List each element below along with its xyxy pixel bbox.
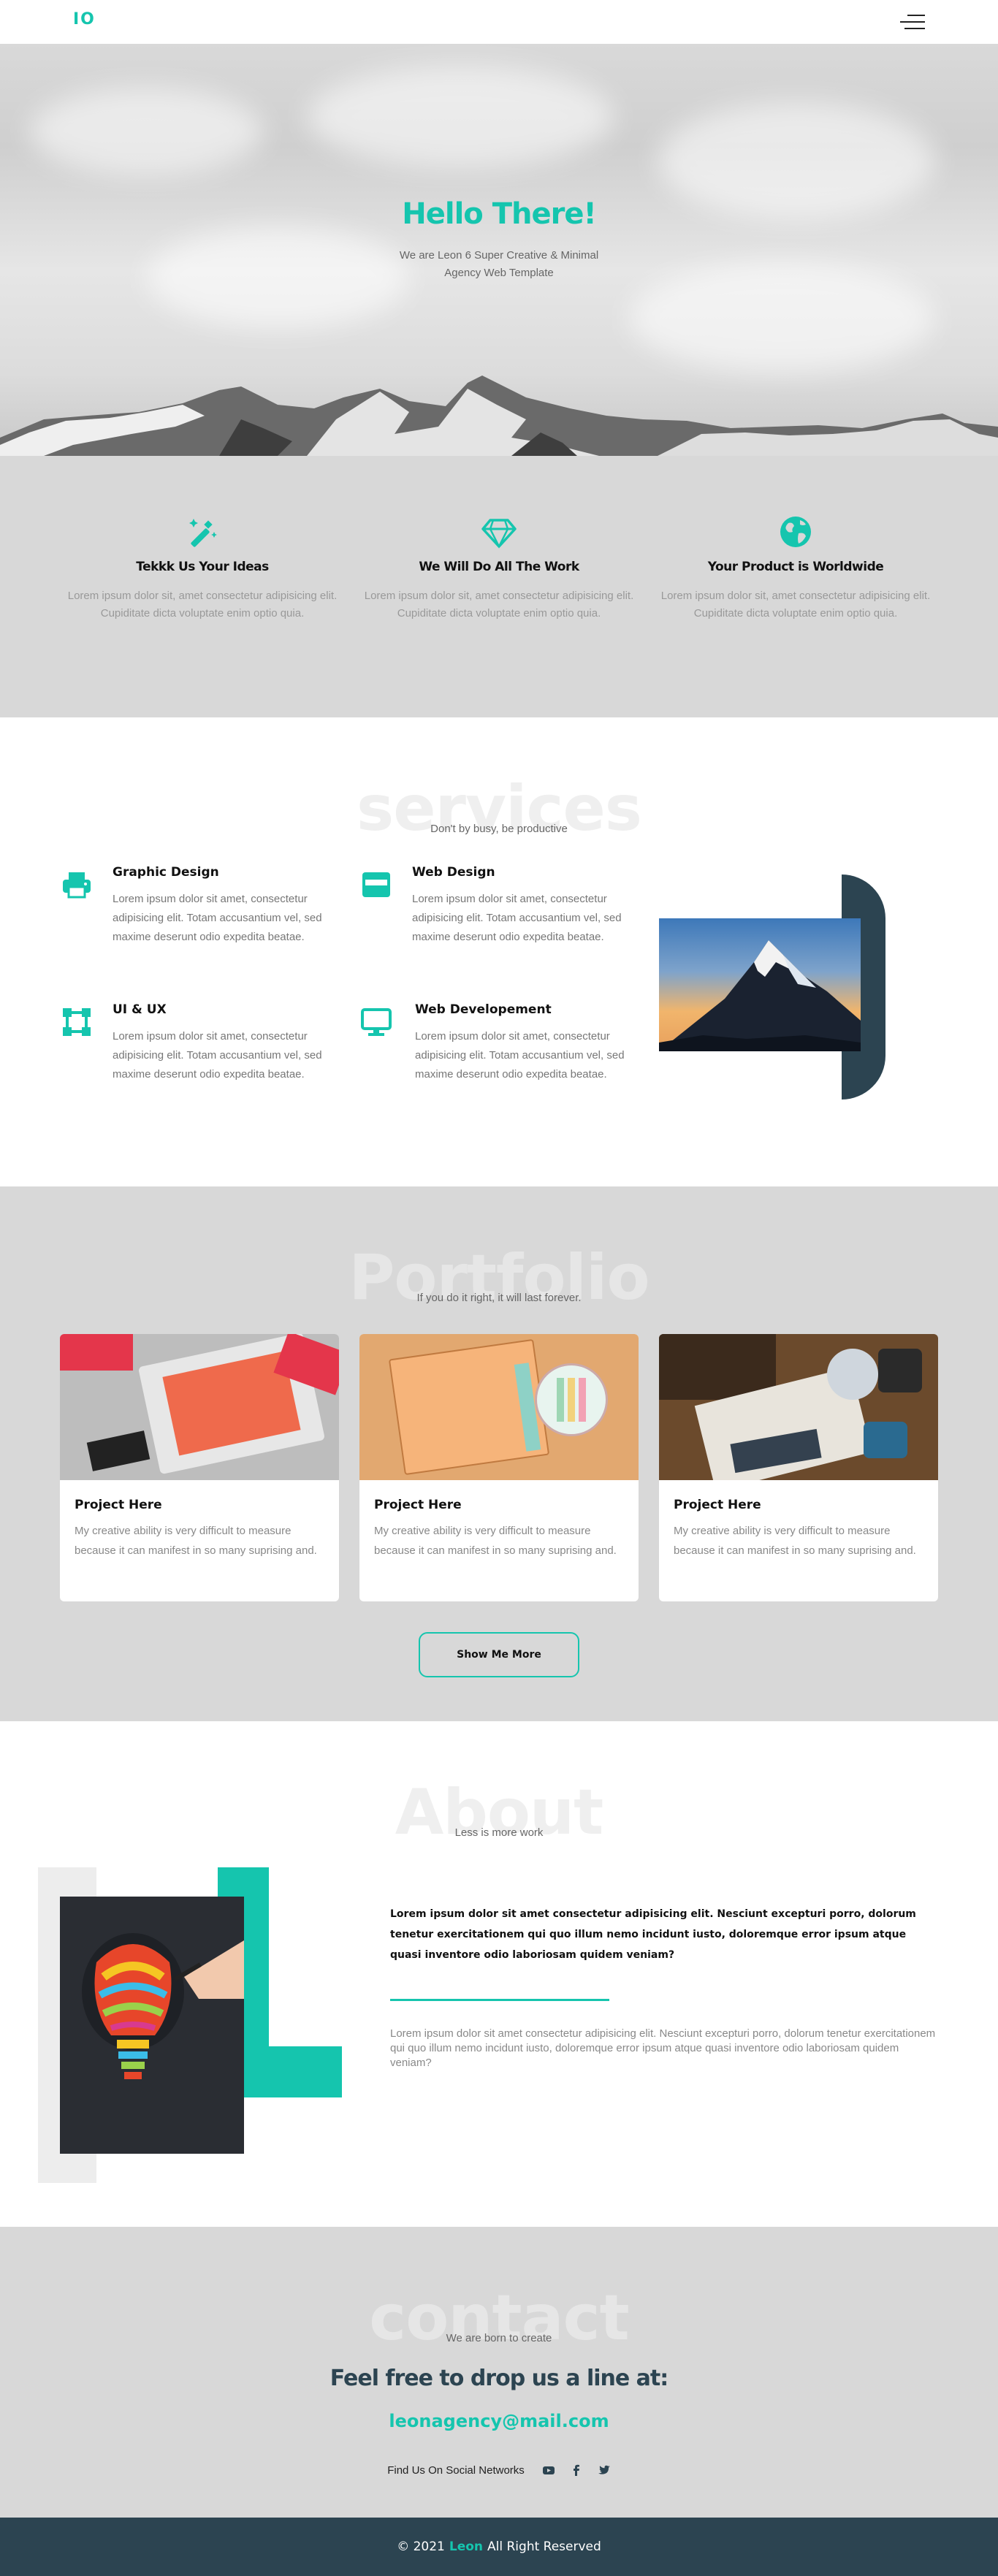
desktop-monitor-icon	[361, 1007, 392, 1037]
service-title: Graphic Design	[113, 865, 219, 880]
mountains-image	[0, 376, 998, 456]
project-title: Project Here	[674, 1498, 761, 1512]
services-image	[659, 874, 885, 1100]
portfolio-card[interactable]: Project Here My creative ability is very…	[659, 1334, 938, 1601]
feature-text: Lorem ipsum dolor sit, amet consectetur …	[364, 590, 634, 620]
portfolio-card[interactable]: Project Here My creative ability is very…	[60, 1334, 339, 1601]
project-image	[659, 1334, 938, 1480]
service-title: Web Developement	[415, 1002, 552, 1017]
service-title: Web Design	[412, 865, 495, 880]
portfolio-cards: Project Here My creative ability is very…	[60, 1334, 938, 1601]
project-image	[359, 1334, 639, 1480]
project-text: My creative ability is very difficult to…	[374, 1525, 617, 1557]
project-image	[60, 1334, 339, 1480]
about-section: About Less is more work Lorem ipsum dolo…	[0, 1721, 998, 2227]
portfolio-card[interactable]: Project Here My creative ability is very…	[359, 1334, 639, 1601]
about-divider	[390, 1999, 609, 2001]
feature-title: Tekkk Us Your Ideas	[136, 560, 269, 574]
about-bold-text: Lorem ipsum dolor sit amet consectetur a…	[390, 1908, 916, 1961]
social-links: Find Us On Social Networks	[0, 2463, 998, 2477]
section-tagline: Don't by busy, be productive	[430, 823, 568, 835]
about-text: Lorem ipsum dolor sit amet consectetur a…	[390, 2027, 936, 2069]
hero-subtitle: We are Leon 6 Super Creative & Minimal A…	[399, 249, 599, 279]
twitter-icon[interactable]	[598, 2463, 611, 2477]
site-logo[interactable]: IO	[73, 10, 96, 28]
project-title: Project Here	[75, 1498, 162, 1512]
contact-email-link[interactable]: leonagency@mail.com	[0, 2411, 998, 2431]
service-text: Lorem ipsum dolor sit amet, consectetur …	[412, 893, 622, 943]
project-title: Project Here	[374, 1498, 462, 1512]
feature-item: Your Product is Worldwide Lorem ipsum do…	[660, 514, 931, 717]
footer-brand[interactable]: Leon	[449, 2539, 483, 2554]
service-text: Lorem ipsum dolor sit amet, consectetur …	[415, 1030, 625, 1081]
feature-item: We Will Do All The Work Lorem ipsum dolo…	[364, 514, 634, 717]
feature-title: We Will Do All The Work	[419, 560, 579, 574]
services-section: services Don't by busy, be productive Gr…	[0, 717, 998, 1186]
feature-title: Your Product is Worldwide	[707, 560, 884, 574]
service-text: Lorem ipsum dolor sit amet, consectetur …	[113, 1030, 322, 1081]
printer-icon	[61, 869, 92, 900]
diamond-icon	[481, 514, 517, 549]
feature-text: Lorem ipsum dolor sit, amet consectetur …	[67, 590, 338, 620]
footer-rights: All Right Reserved	[487, 2539, 601, 2554]
magic-wand-icon	[185, 514, 220, 549]
hamburger-menu-icon[interactable]	[900, 15, 925, 29]
project-text: My creative ability is very difficult to…	[75, 1525, 317, 1557]
lightbulb-concept-photo	[60, 1897, 244, 2154]
social-label: Find Us On Social Networks	[387, 2463, 525, 2477]
section-tagline: If you do it right, it will last forever…	[416, 1292, 582, 1304]
feature-item: Tekkk Us Your Ideas Lorem ipsum dolor si…	[67, 514, 338, 717]
vector-square-icon	[61, 1007, 92, 1037]
contact-title: Feel free to drop us a line at:	[330, 2366, 669, 2391]
service-title: UI & UX	[113, 1002, 167, 1017]
footer: © 2021 Leon All Right Reserved	[0, 2518, 998, 2576]
globe-icon	[778, 514, 813, 549]
contact-section: contact We are born to create Feel free …	[0, 2227, 998, 2518]
section-tagline: Less is more work	[454, 1826, 544, 1839]
about-image	[38, 1867, 345, 2183]
feature-text: Lorem ipsum dolor sit, amet consectetur …	[660, 590, 931, 620]
mountain-photo	[659, 918, 861, 1051]
show-more-button[interactable]: Show Me More	[419, 1632, 579, 1677]
top-navbar: IO	[0, 0, 998, 44]
footer-copyright: © 2021	[397, 2539, 445, 2554]
facebook-icon[interactable]	[570, 2463, 583, 2477]
features-section: Tekkk Us Your Ideas Lorem ipsum dolor si…	[0, 456, 998, 717]
service-text: Lorem ipsum dolor sit amet, consectetur …	[113, 893, 322, 943]
hero-title: Hello There!	[402, 197, 596, 231]
portfolio-section: Portfolio If you do it right, it will la…	[0, 1186, 998, 1721]
project-text: My creative ability is very difficult to…	[674, 1525, 916, 1557]
hero-section: Hello There! We are Leon 6 Super Creativ…	[0, 44, 998, 456]
section-tagline: We are born to create	[446, 2332, 552, 2344]
youtube-icon[interactable]	[542, 2463, 555, 2477]
browser-window-icon	[361, 869, 392, 900]
